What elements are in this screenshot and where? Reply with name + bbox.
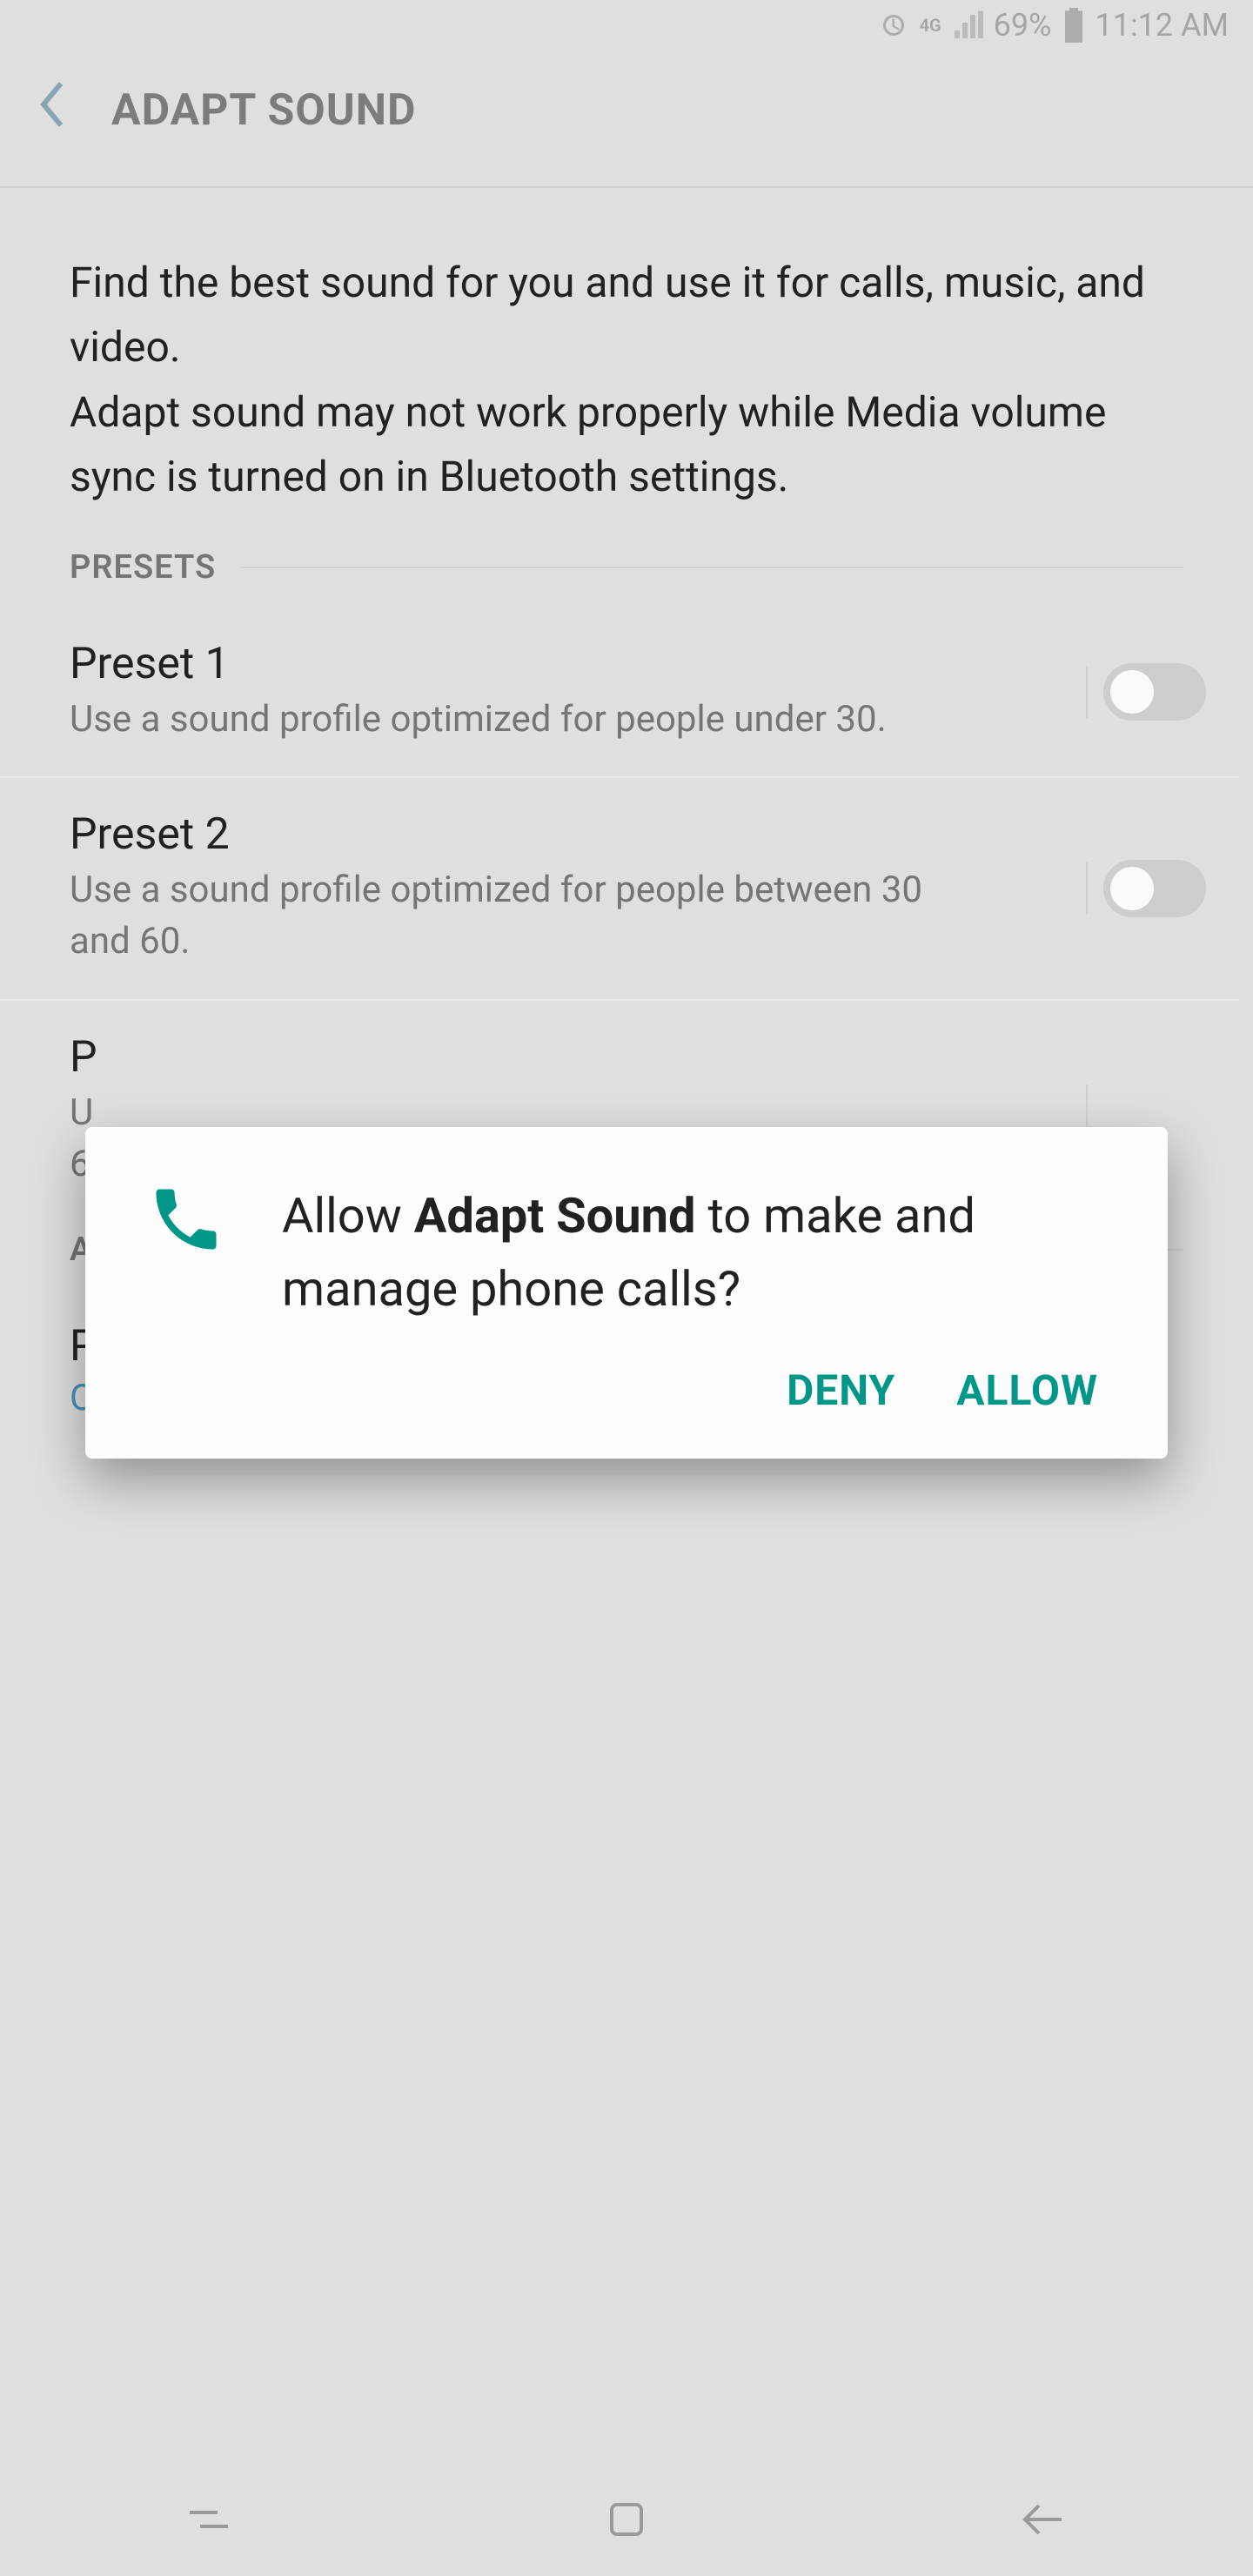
allow-button[interactable]: ALLOW: [956, 1352, 1098, 1429]
toggle-divider: [1086, 862, 1088, 915]
recents-button[interactable]: [183, 2493, 235, 2546]
phone-icon: [146, 1179, 226, 1259]
presets-section-header: PRESETS: [0, 548, 1253, 587]
back-nav-button[interactable]: [1018, 2493, 1070, 2546]
page-description: Find the best sound for you and use it f…: [0, 212, 1253, 548]
deny-button[interactable]: DENY: [787, 1352, 895, 1429]
preset-subtitle: Use a sound profile optimized for people…: [70, 865, 940, 968]
presets-label: PRESETS: [70, 548, 240, 587]
navigation-bar: [0, 2463, 1253, 2576]
preset-title: P: [70, 1032, 1086, 1083]
home-button[interactable]: [600, 2493, 653, 2546]
preset-1-toggle[interactable]: [1103, 663, 1206, 721]
preset-title: Preset 1: [70, 639, 1086, 689]
toggle-knob: [1110, 867, 1154, 910]
preset-subtitle: Use a sound profile optimized for people…: [70, 694, 940, 746]
dialog-message: Allow Adapt Sound to make and manage pho…: [282, 1179, 1107, 1325]
scroll-indicator[interactable]: [1239, 722, 1253, 1297]
preset-title: Preset 2: [70, 809, 1086, 860]
preset-2-item[interactable]: Preset 2 Use a sound profile optimized f…: [0, 778, 1253, 1001]
preset-1-item[interactable]: Preset 1 Use a sound profile optimized f…: [0, 607, 1253, 779]
section-divider: [240, 567, 1183, 568]
toggle-knob: [1110, 670, 1154, 714]
toggle-divider: [1086, 666, 1088, 718]
preset-2-toggle[interactable]: [1103, 860, 1206, 917]
permission-dialog: Allow Adapt Sound to make and manage pho…: [85, 1127, 1168, 1459]
